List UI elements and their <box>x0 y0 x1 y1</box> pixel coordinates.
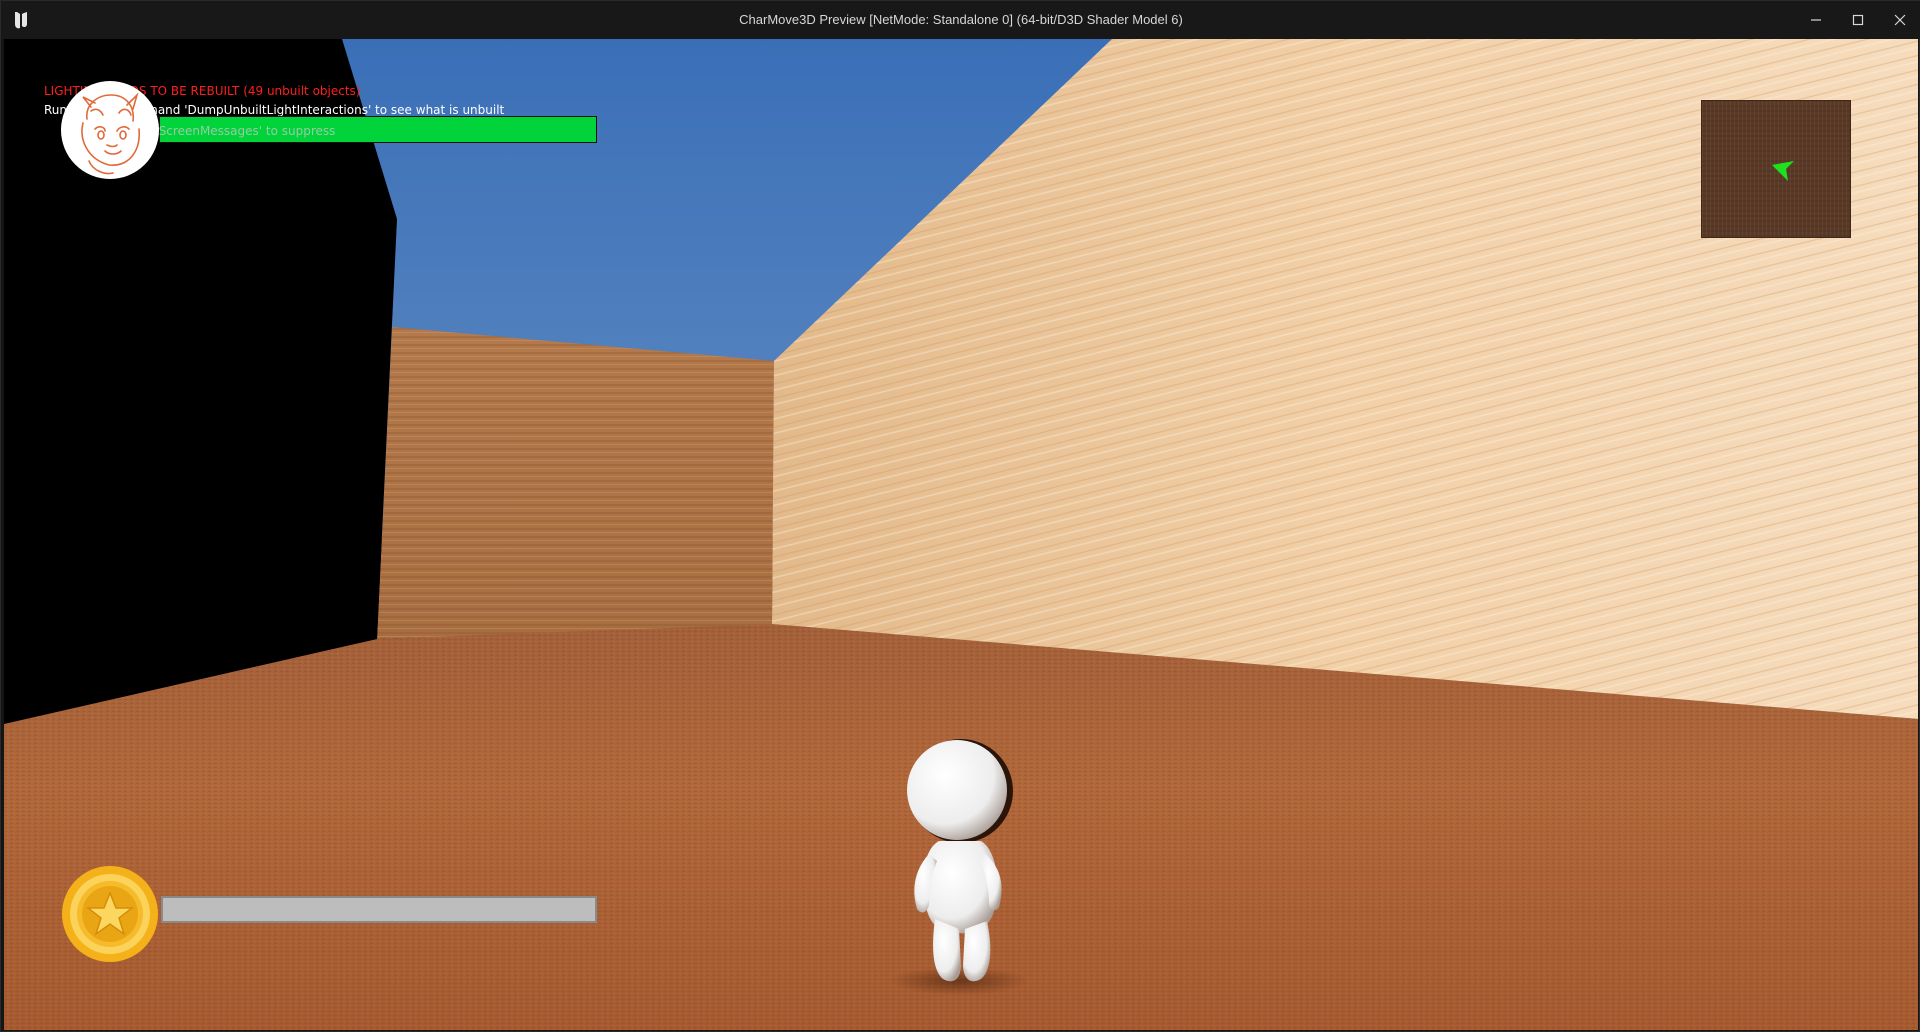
back-wall-grain <box>377 327 774 639</box>
minimize-icon <box>1811 19 1821 21</box>
window-controls <box>1795 1 1920 39</box>
close-icon <box>1894 14 1906 26</box>
maximize-icon <box>1852 14 1864 26</box>
player-character <box>907 739 1013 982</box>
coin-progress-bar <box>161 896 597 923</box>
window-title: CharMove3D Preview [NetMode: Standalone … <box>739 12 1183 27</box>
unreal-engine-logo-icon <box>15 12 27 29</box>
minimap <box>1701 100 1851 238</box>
title-bar[interactable]: CharMove3D Preview [NetMode: Standalone … <box>1 1 1920 39</box>
player-arrow-icon <box>1772 161 1794 181</box>
close-button[interactable] <box>1879 1 1920 39</box>
star-coin-icon <box>62 866 158 962</box>
minimize-button[interactable] <box>1795 1 1837 39</box>
game-window: CharMove3D Preview [NetMode: Standalone … <box>0 0 1920 1032</box>
character-portrait-icon <box>81 92 140 175</box>
maximize-button[interactable] <box>1837 1 1879 39</box>
character-portrait <box>61 81 159 179</box>
game-viewport[interactable]: LIGHTING NEEDS TO BE REBUILT (49 unbuilt… <box>4 39 1918 1030</box>
